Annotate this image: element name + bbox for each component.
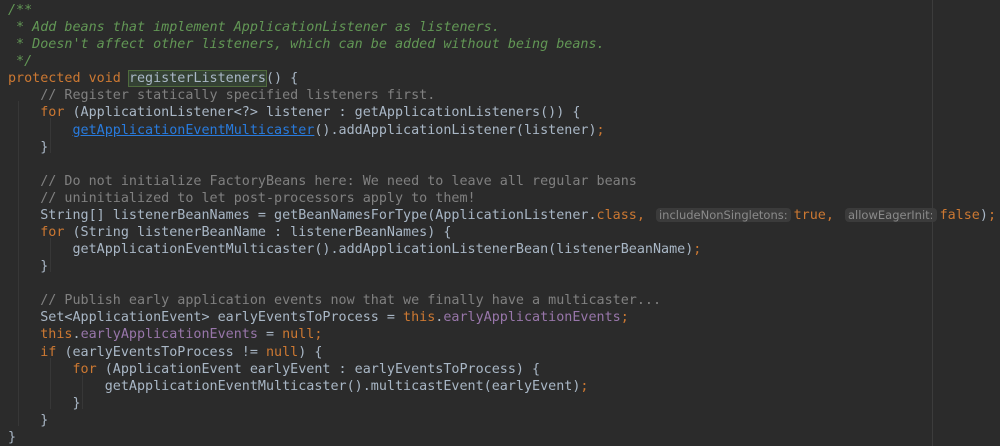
code-line[interactable]: this.earlyApplicationEvents = null; [0,326,1000,343]
code-line[interactable]: } [0,395,1000,412]
comment: // Publish early application events now … [40,293,662,309]
keyword: this [403,310,436,326]
code-token: } [40,259,49,275]
code-token: () { [266,71,299,87]
code-line[interactable]: getApplicationEventMulticaster().multica… [0,378,1000,395]
code-token: ().addApplicationListener(listener) [314,122,597,138]
code-token: String[] listenerBeanNames = getBeanName… [40,207,597,223]
code-line[interactable]: for (String listenerBeanName : listenerB… [0,224,1000,241]
keyword: false [939,207,980,223]
code-token: (earlyEventsToProcess != [64,344,266,360]
comment: // uninitialized to let post-processors … [40,190,476,206]
method-link[interactable]: getApplicationEventMulticaster [73,123,315,138]
comment: // Do not initialize FactoryBeans here: … [40,173,637,189]
right-margin-guide [932,0,933,446]
code-token: . [72,327,81,343]
code-token: } [40,412,49,428]
code-token: = [257,327,283,343]
code-line[interactable]: String[] listenerBeanNames = getBeanName… [0,207,1000,224]
keyword: protected void [8,71,129,87]
keyword: for [40,225,73,241]
keyword: null [265,344,299,360]
code-token: (ApplicationEvent earlyEvent : earlyEven… [104,361,541,377]
code-line[interactable]: for (ApplicationListener<?> listener : g… [0,104,1000,121]
keyword: class, [596,207,645,223]
code-line[interactable]: for (ApplicationEvent earlyEvent : early… [0,361,1000,378]
code-line[interactable]: */ [0,53,1000,70]
indent-guide [50,357,51,409]
code-line[interactable] [0,156,1000,173]
code-line[interactable]: // uninitialized to let post-processors … [0,190,1000,207]
code-token: (String listenerBeanName : listenerBeanN… [72,225,452,241]
parameter-hint: includeNonSingletons: [655,207,791,222]
code-line[interactable]: if (earlyEventsToProcess != null) { [0,344,1000,361]
code-line[interactable]: // Do not initialize FactoryBeans here: … [0,173,1000,190]
code-line[interactable]: * Add beans that implement ApplicationLi… [0,19,1000,36]
method-declaration: registerListeners [127,70,268,88]
doc-comment: * Add beans that implement ApplicationLi… [8,20,500,36]
code-line[interactable] [0,275,1000,292]
indent-guide [82,374,83,409]
code-token: ) [979,207,988,223]
doc-comment: */ [8,54,33,70]
keyword: ; [596,122,605,138]
keyword: this [40,327,73,343]
code-token: ) { [298,344,323,360]
code-line[interactable]: Set<ApplicationEvent> earlyEventsToProce… [0,309,1000,326]
code-line[interactable]: // Publish early application events now … [0,292,1000,309]
keyword: for [72,361,105,377]
code-token: Set<ApplicationEvent> earlyEventsToProce… [40,310,404,326]
code-line[interactable]: } [0,139,1000,156]
keyword: ; [620,310,629,326]
keyword: ; [987,207,996,223]
doc-comment: /** [8,3,33,18]
code-line[interactable]: } [0,412,1000,429]
code-token: (ApplicationListener<?> listener : getAp… [72,105,581,121]
code-line[interactable]: getApplicationEventMulticaster().addAppl… [0,122,1000,139]
keyword: ; [693,242,702,258]
doc-comment: * Doesn't affect other listeners, which … [8,37,605,53]
code-token: } [40,139,49,155]
code-token: } [72,395,81,411]
field-ref: earlyApplicationEvents [80,327,258,343]
code-line[interactable]: protected void registerListeners() { [0,70,1000,88]
code-line[interactable]: } [0,258,1000,275]
code-line[interactable]: } [0,429,1000,446]
code-line[interactable]: getApplicationEventMulticaster().addAppl… [0,241,1000,258]
code-token: getApplicationEventMulticaster().multica… [104,378,581,394]
keyword: ; [580,378,589,394]
indent-guide [50,238,51,273]
indent-guide [18,101,19,426]
code-editor[interactable]: /** * Add beans that implement Applicati… [0,0,1000,446]
keyword: null; [282,327,323,343]
code-line[interactable]: // Register statically specified listene… [0,87,1000,104]
keyword: true, [793,207,834,223]
comment: // Register statically specified listene… [40,88,436,104]
parameter-hint: allowEagerInit: [845,207,937,222]
code-line[interactable]: /** [0,2,1000,19]
field-ref: earlyApplicationEvents [443,310,621,326]
indent-guide [50,118,51,153]
keyword: for [40,105,73,121]
keyword: if [40,344,65,360]
code-token: getApplicationEventMulticaster().addAppl… [72,242,694,258]
code-line[interactable]: * Doesn't affect other listeners, which … [0,36,1000,53]
code-token: } [8,429,17,445]
